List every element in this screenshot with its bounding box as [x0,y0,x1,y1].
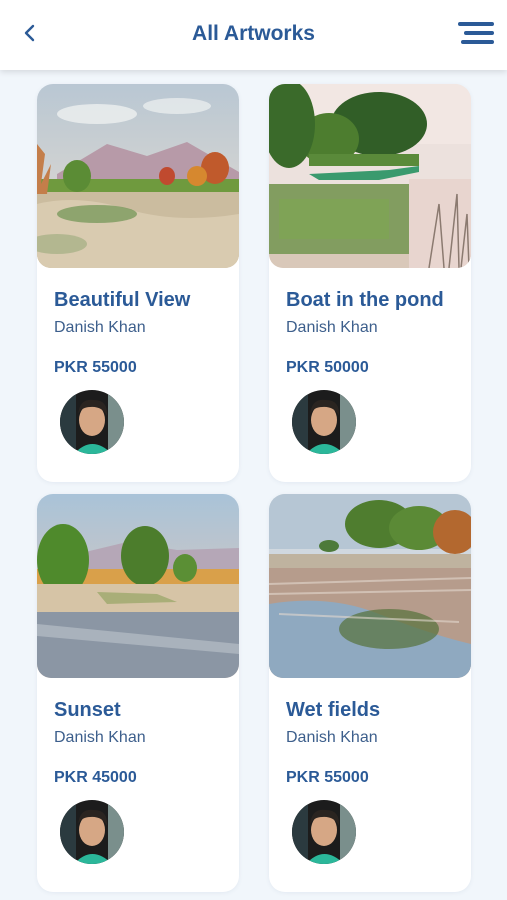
page-title: All Artworks [192,22,315,45]
artwork-title: Boat in the pond [286,289,444,311]
artwork-image[interactable] [269,494,471,678]
artwork-grid: Beautiful View Danish Khan PKR 55000 Boa… [37,84,471,892]
avatar[interactable] [292,390,356,454]
artwork-card[interactable]: Sunset Danish Khan PKR 45000 [37,494,239,892]
hamburger-menu-icon [458,22,494,44]
artwork-price: PKR 50000 [286,359,369,376]
artwork-card[interactable]: Beautiful View Danish Khan PKR 55000 [37,84,239,482]
artwork-card[interactable]: Wet fields Danish Khan PKR 55000 [269,494,471,892]
artist-name: Danish Khan [286,729,378,746]
app-header: All Artworks [0,0,507,70]
artwork-title: Beautiful View [54,289,191,311]
artwork-price: PKR 55000 [54,359,137,376]
avatar[interactable] [60,800,124,864]
artwork-price: PKR 55000 [286,769,369,786]
artwork-image[interactable] [37,84,239,268]
avatar[interactable] [60,390,124,454]
artist-name: Danish Khan [286,319,378,336]
artist-name: Danish Khan [54,319,146,336]
artwork-image[interactable] [269,84,471,268]
artwork-card[interactable]: Boat in the pond Danish Khan PKR 50000 [269,84,471,482]
artwork-price: PKR 45000 [54,769,137,786]
menu-button[interactable] [455,18,497,48]
artwork-image[interactable] [37,494,239,678]
artwork-title: Wet fields [286,699,381,721]
artwork-title: Sunset [54,699,121,721]
avatar[interactable] [292,800,356,864]
artist-name: Danish Khan [54,729,146,746]
